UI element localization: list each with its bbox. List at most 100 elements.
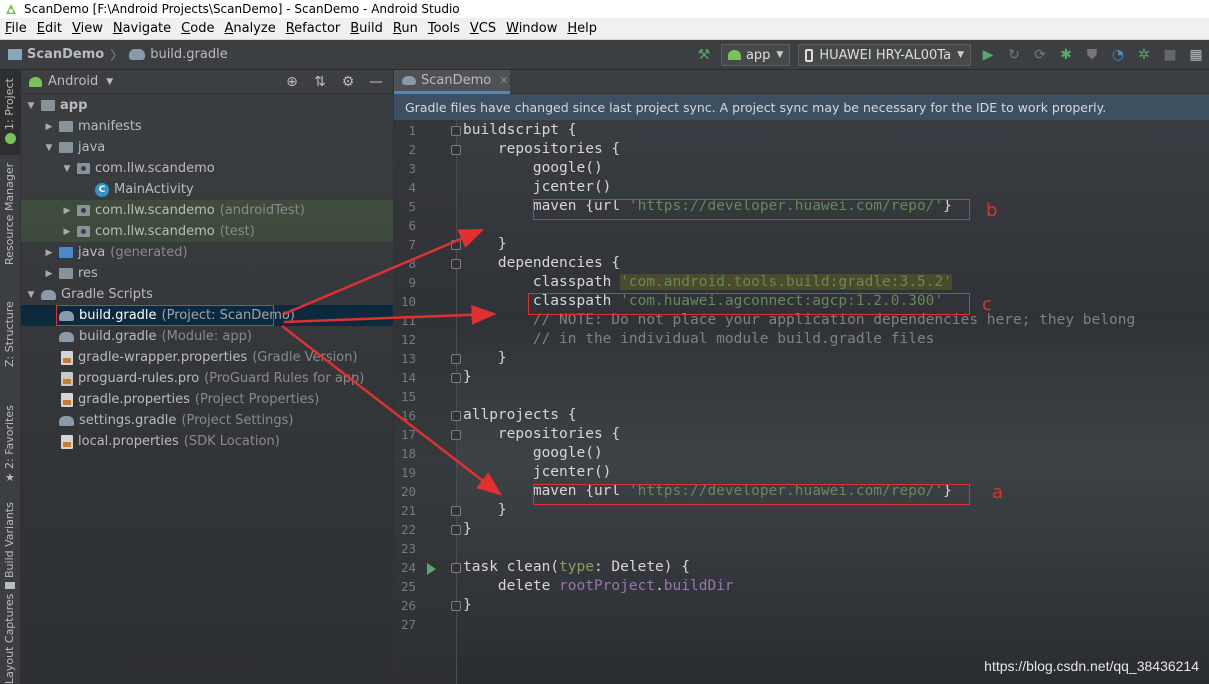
collapse-arrow-icon[interactable]: ▶	[61, 206, 73, 216]
android-icon	[29, 76, 42, 87]
stop-icon[interactable]: ■	[1162, 47, 1178, 63]
menu-file[interactable]: File	[0, 21, 32, 36]
fold-marker-icon[interactable]	[451, 601, 461, 611]
apply-changes-icon[interactable]: ↻	[1006, 47, 1022, 63]
collapse-arrow-icon[interactable]: ▶	[43, 248, 55, 258]
fold-marker-icon[interactable]	[451, 563, 461, 573]
code-line: google()	[463, 445, 603, 461]
tree-item-proguard[interactable]: proguard-rules.pro (ProGuard Rules for a…	[21, 368, 393, 389]
structure-tab[interactable]: Z: Structure	[0, 301, 21, 367]
package-icon	[77, 205, 90, 216]
tree-item-gradle-wrapper[interactable]: gradle-wrapper.properties (Gradle Versio…	[21, 347, 393, 368]
tree-item-package-androidtest[interactable]: ▶ com.llw.scandemo (androidTest)	[21, 200, 393, 221]
run-icon[interactable]: ▶	[980, 47, 996, 63]
code-line: buildscript {	[463, 122, 577, 138]
fold-marker-icon[interactable]	[451, 126, 461, 136]
tree-item-res[interactable]: ▶ res	[21, 263, 393, 284]
menu-refactor[interactable]: Refactor	[281, 21, 346, 36]
tree-item-gradle-scripts[interactable]: ▼ Gradle Scripts	[21, 284, 393, 305]
fold-marker-icon[interactable]	[451, 240, 461, 250]
package-icon	[77, 226, 90, 237]
close-icon[interactable]: ✕	[499, 74, 508, 87]
highlight-box	[56, 305, 274, 326]
tree-item-secondary: (Gradle Version)	[252, 350, 358, 365]
project-structure-icon[interactable]: ▦	[1188, 47, 1204, 63]
tree-item-manifests[interactable]: ▶ manifests	[21, 116, 393, 137]
line-number: 9	[408, 275, 416, 290]
fold-marker-icon[interactable]	[451, 411, 461, 421]
breadcrumb-file[interactable]: build.gradle	[150, 47, 228, 62]
code-editor[interactable]: 1 2 3 4 5 6 7 8 9 10 11 12 13 14 15 16 1…	[394, 120, 1209, 684]
layout-captures-tab[interactable]: Layout Captures	[0, 594, 21, 684]
run-config-select[interactable]: app ▼	[720, 44, 791, 66]
chevron-down-icon[interactable]: ▼	[106, 77, 113, 87]
coverage-icon[interactable]: ⛊	[1084, 47, 1100, 63]
tree-item-build-gradle-module[interactable]: build.gradle (Module: app)	[21, 326, 393, 347]
tree-item-mainactivity[interactable]: C MainActivity	[21, 179, 393, 200]
project-tool-tab[interactable]: 1: Project	[0, 70, 21, 155]
tree-item-java-generated[interactable]: ▶ java (generated)	[21, 242, 393, 263]
line-number: 16	[400, 408, 416, 423]
tree-item-app[interactable]: ▼ app	[21, 95, 393, 116]
tree-item-gradle-properties[interactable]: gradle.properties (Project Properties)	[21, 389, 393, 410]
android-icon	[727, 50, 741, 60]
menu-edit[interactable]: Edit	[32, 21, 67, 36]
expand-arrow-icon[interactable]: ▼	[43, 143, 55, 153]
collapse-arrow-icon[interactable]: ▶	[43, 122, 55, 132]
menu-help[interactable]: Help	[562, 21, 602, 36]
menu-tools[interactable]: Tools	[423, 21, 465, 36]
fold-marker-icon[interactable]	[451, 354, 461, 364]
menu-vcs[interactable]: VCS	[465, 21, 501, 36]
favorites-tab[interactable]: 2: Favorites ★	[0, 405, 21, 485]
minimize-icon[interactable]: —	[367, 73, 385, 91]
tab-scandemo[interactable]: ScanDemo ✕	[394, 70, 510, 94]
menu-window[interactable]: Window	[501, 21, 562, 36]
tree-item-package-test[interactable]: ▶ com.llw.scandemo (test)	[21, 221, 393, 242]
fold-marker-icon[interactable]	[451, 145, 461, 155]
run-gutter-icon[interactable]	[427, 563, 436, 575]
line-number: 11	[400, 313, 416, 328]
fold-marker-icon[interactable]	[451, 430, 461, 440]
fold-marker-icon[interactable]	[451, 259, 461, 269]
apply-code-changes-icon[interactable]: ⟳	[1032, 47, 1048, 63]
fold-marker-icon[interactable]	[451, 525, 461, 535]
tree-item-label: com.llw.scandemo	[95, 161, 215, 176]
debug-icon[interactable]: ✱	[1058, 47, 1074, 63]
tree-item-settings-gradle[interactable]: settings.gradle (Project Settings)	[21, 410, 393, 431]
tree-item-build-gradle-project[interactable]: build.gradle (Project: ScanDemo)	[21, 305, 393, 326]
breadcrumb-separator: 〉	[110, 49, 124, 64]
tree-item-java[interactable]: ▼ java	[21, 137, 393, 158]
expand-arrow-icon[interactable]: ▼	[61, 164, 73, 174]
menu-code[interactable]: Code	[176, 21, 219, 36]
expand-arrow-icon[interactable]: ▼	[25, 290, 37, 300]
locate-icon[interactable]: ⊕	[283, 73, 301, 91]
gear-icon[interactable]: ⚙	[339, 73, 357, 91]
expand-arrow-icon[interactable]: ▼	[25, 101, 37, 111]
menu-run[interactable]: Run	[388, 21, 423, 36]
profiler-icon[interactable]: ◔	[1110, 47, 1126, 63]
line-number: 13	[400, 351, 416, 366]
collapse-arrow-icon[interactable]: ▶	[43, 269, 55, 279]
properties-file-icon	[61, 434, 73, 449]
menu-view[interactable]: View	[67, 21, 108, 36]
build-variants-tab[interactable]: Build Variants	[0, 500, 21, 595]
line-number: 1	[408, 123, 416, 138]
collapse-arrow-icon[interactable]: ▶	[61, 227, 73, 237]
project-view-mode[interactable]: Android	[48, 74, 98, 89]
breadcrumb-project[interactable]: ScanDemo	[27, 47, 104, 62]
hammer-icon[interactable]: ⚒	[696, 47, 712, 63]
resource-manager-tab[interactable]: Resource Manager	[0, 163, 21, 275]
menu-navigate[interactable]: Navigate	[108, 21, 176, 36]
menu-analyze[interactable]: Analyze	[219, 21, 280, 36]
gradle-sync-banner: Gradle files have changed since last pro…	[394, 94, 1209, 120]
device-select[interactable]: HUAWEI HRY-AL00Ta ▼	[798, 44, 971, 66]
menu-build[interactable]: Build	[345, 21, 388, 36]
collapse-all-icon[interactable]: ⇅	[311, 73, 329, 91]
attach-debugger-icon[interactable]: ✲	[1136, 47, 1152, 63]
fold-marker-icon[interactable]	[451, 373, 461, 383]
line-number: 18	[400, 446, 416, 461]
tree-item-package-main[interactable]: ▼ com.llw.scandemo	[21, 158, 393, 179]
tree-item-label: java	[78, 245, 106, 260]
tree-item-local-properties[interactable]: local.properties (SDK Location)	[21, 431, 393, 452]
fold-marker-icon[interactable]	[451, 506, 461, 516]
